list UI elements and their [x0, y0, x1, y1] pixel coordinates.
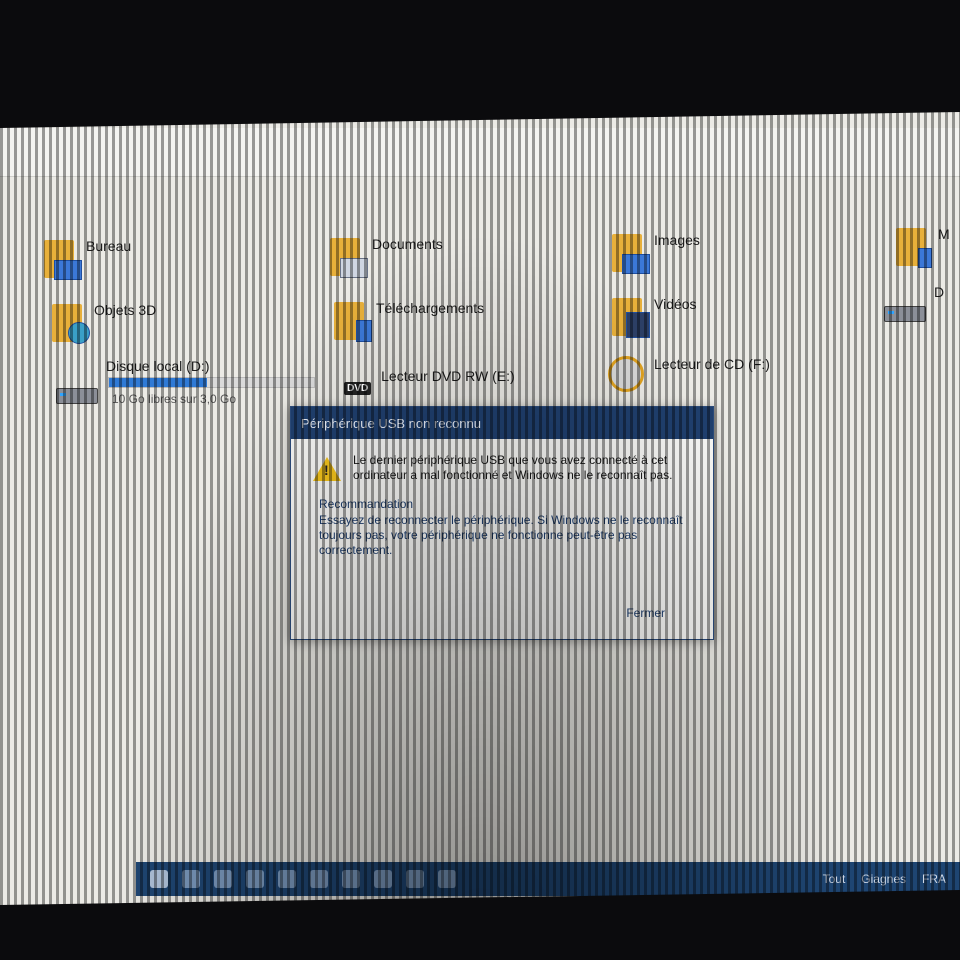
task-view-icon[interactable] [214, 870, 232, 888]
drive-label: Lecteur de CD (F:) [654, 356, 770, 372]
folder-label: Téléchargements [376, 300, 485, 316]
settings-icon[interactable] [438, 870, 456, 888]
recommendation-text: Essayez de reconnecter le périphérique. … [319, 513, 683, 557]
monitor-screen: Bureau Documents Images M Objets 3D Télé… [0, 112, 960, 905]
folder-documents[interactable]: Documents [330, 236, 443, 278]
browser-icon[interactable] [278, 870, 296, 888]
mail-icon[interactable] [310, 870, 328, 888]
drive-cd[interactable]: Lecteur de CD (F:) [608, 356, 770, 392]
drive-dvd[interactable]: DVD Lecteur DVD RW (E:) [344, 368, 515, 395]
close-button[interactable]: Fermer [620, 605, 671, 621]
taskbar: Tout Giagnes FRA [136, 862, 960, 896]
cd-drive-icon [608, 356, 644, 392]
drive-free-space: 10 Go libres sur 3,0 Go [112, 392, 237, 406]
explorer-toolbar [0, 128, 960, 177]
folder-images[interactable]: Images [612, 232, 700, 274]
folder-label: Vidéos [654, 296, 697, 312]
windows-start-icon[interactable] [150, 870, 168, 888]
music-folder-icon [896, 226, 932, 268]
media-icon[interactable] [374, 870, 392, 888]
folder-label: M [938, 226, 950, 242]
folder-label: Objets 3D [94, 302, 157, 318]
videos-folder-icon [612, 296, 650, 338]
system-tray: Tout Giagnes FRA [823, 872, 946, 886]
dialog-message: Le dernier périphérique USB que vous ave… [353, 453, 673, 482]
drive-partial[interactable]: D [884, 284, 944, 324]
folder-label: Bureau [86, 238, 132, 254]
downloads-folder-icon [334, 300, 372, 342]
tray-item[interactable]: FRA [922, 872, 946, 886]
drive-usage-bar [108, 377, 315, 388]
folder-telechargements[interactable]: Téléchargements [334, 300, 485, 342]
tray-item[interactable]: Giagnes [861, 872, 906, 886]
pictures-folder-icon [612, 232, 650, 274]
dvd-drive-icon: DVD [344, 382, 372, 395]
recommendation-heading: Recommandation [319, 497, 414, 511]
file-explorer-icon[interactable] [246, 870, 264, 888]
folder-label: Documents [372, 236, 443, 252]
warning-icon [313, 457, 341, 481]
folder-videos[interactable]: Vidéos [612, 296, 697, 338]
drive-icon [884, 298, 926, 324]
dialog-title: Périphérique USB non reconnu [291, 407, 713, 439]
search-icon[interactable] [182, 870, 200, 888]
desktop-folder-icon [44, 238, 82, 280]
hard-drive-icon [56, 380, 98, 406]
drive-label: Disque local (D:) [106, 358, 210, 374]
drive-usage-fill [109, 378, 208, 387]
folder-label: Images [654, 232, 700, 248]
drive-label: D [934, 284, 945, 300]
folder-objets-3d[interactable]: Objets 3D [52, 302, 157, 344]
store-icon[interactable] [342, 870, 360, 888]
tray-item[interactable]: Tout [823, 872, 846, 886]
folder-music[interactable]: M [896, 226, 950, 268]
documents-folder-icon [330, 236, 368, 278]
folder-bureau[interactable]: Bureau [44, 238, 132, 280]
app-icon[interactable] [406, 870, 424, 888]
3d-objects-folder-icon [52, 302, 90, 344]
usb-error-dialog: Périphérique USB non reconnu Le dernier … [290, 406, 714, 640]
drive-label: Lecteur DVD RW (E:) [381, 368, 515, 384]
